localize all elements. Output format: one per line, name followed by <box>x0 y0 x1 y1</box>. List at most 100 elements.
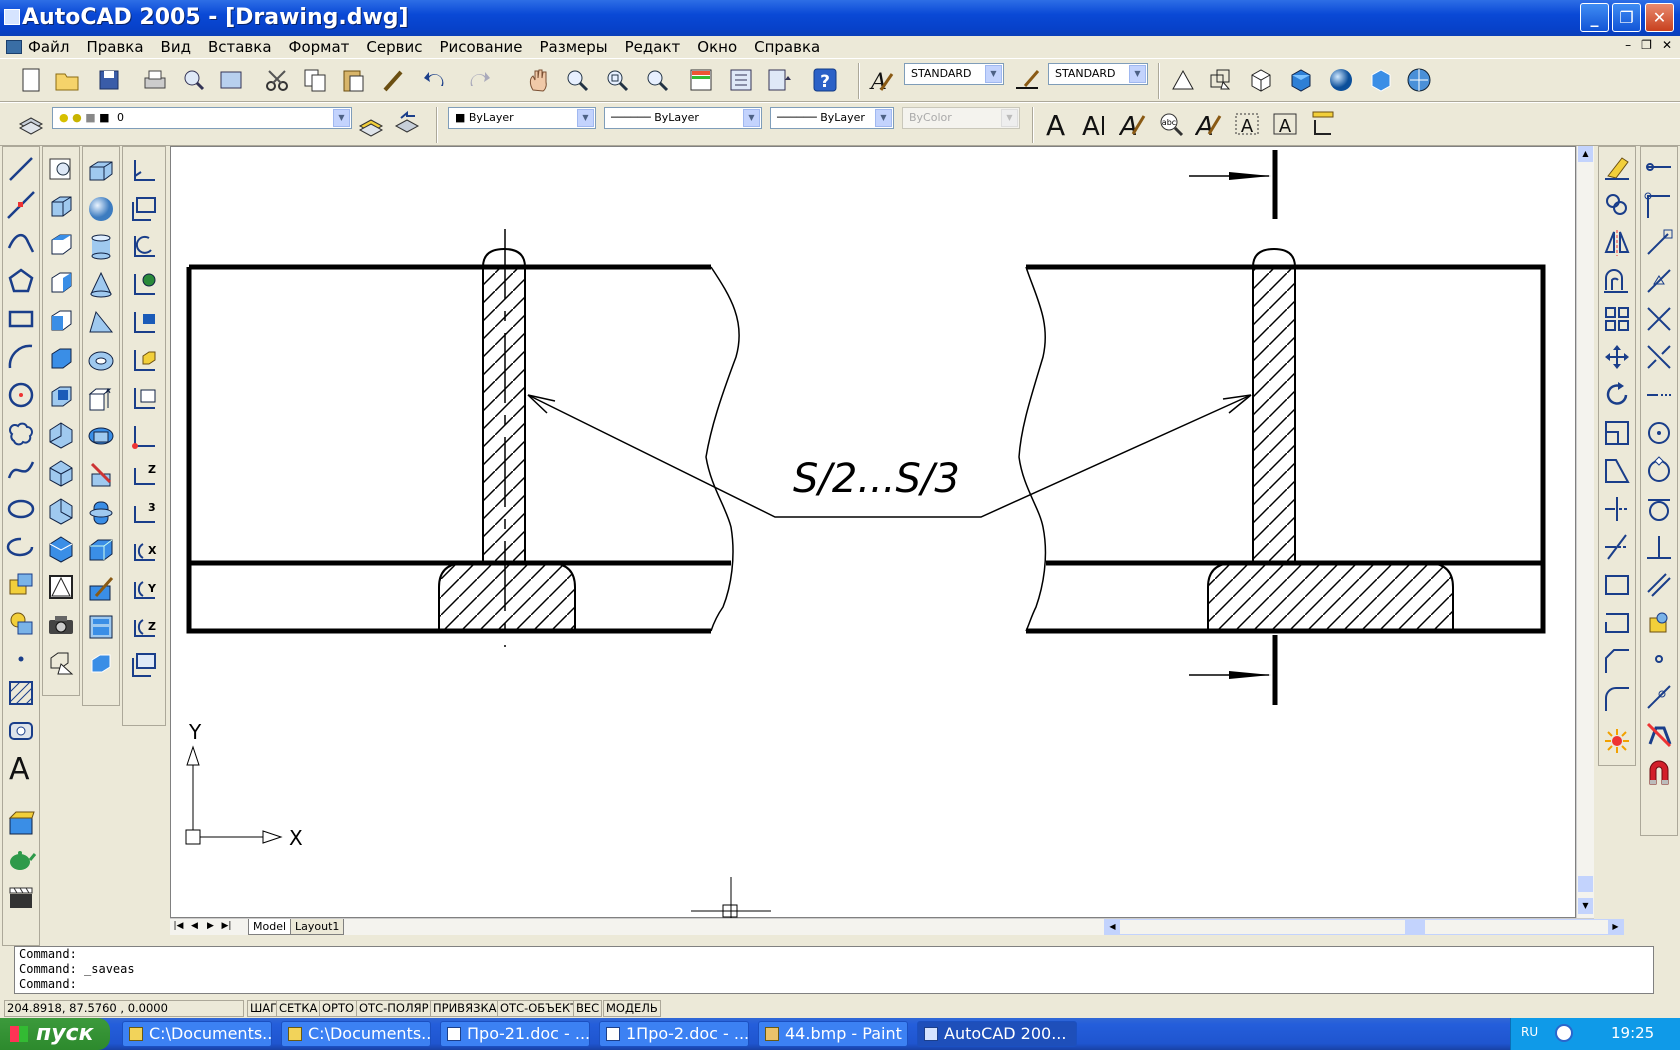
osnap-toggle[interactable]: ПРИВЯЗКА <box>430 1000 500 1017</box>
break-icon[interactable] <box>1601 607 1633 639</box>
task-explorer-2[interactable]: C:\Documents... <box>281 1021 431 1047</box>
maximize-button[interactable]: ❐ <box>1612 3 1641 32</box>
close-button[interactable]: ✕ <box>1645 3 1674 32</box>
last-tab-icon[interactable]: ▶| <box>220 920 233 934</box>
array-icon[interactable] <box>1601 303 1633 335</box>
snap-extension-icon[interactable] <box>1643 379 1675 411</box>
mdi-restore-icon[interactable]: ❐ <box>1641 38 1652 52</box>
vertical-scrollbar[interactable]: ▲ ▼ <box>1576 146 1594 918</box>
menu-view[interactable]: Вид <box>161 38 200 56</box>
dimension-style-icon[interactable] <box>1012 65 1042 95</box>
snap-intersection-icon[interactable] <box>1643 303 1675 335</box>
gouraud-shaded-sphere-icon[interactable] <box>1326 65 1356 95</box>
menu-tools[interactable]: Сервис <box>366 38 431 56</box>
ellipse-icon[interactable] <box>5 493 37 525</box>
document-icon[interactable] <box>6 40 22 54</box>
snap-quadrant-icon[interactable] <box>1643 455 1675 487</box>
layer-combo[interactable]: ● ● ■ ■ 0 ▼ <box>52 107 352 129</box>
copy-object-icon[interactable] <box>1601 189 1633 221</box>
convert-distance-icon[interactable] <box>1308 109 1338 139</box>
menu-file[interactable]: Файл <box>28 38 78 56</box>
zoom-window-icon[interactable] <box>602 65 632 95</box>
coordinates-display[interactable]: 204.8918, 87.5760 , 0.0000 <box>4 1000 244 1017</box>
move-icon[interactable] <box>1601 341 1633 373</box>
properties-icon[interactable] <box>686 65 716 95</box>
paste-icon[interactable] <box>338 65 368 95</box>
iso-se-icon[interactable] <box>45 457 77 489</box>
cut-icon[interactable] <box>262 65 292 95</box>
snap-tangent-icon[interactable] <box>1643 493 1675 525</box>
justify-text-icon[interactable]: A <box>1270 109 1300 139</box>
teapot-icon[interactable] <box>5 843 37 875</box>
line-icon[interactable] <box>5 153 37 185</box>
slice-icon[interactable] <box>85 459 117 491</box>
command-window[interactable]: Command: Command: _saveas Command: <box>14 946 1654 994</box>
ucs-plan-icon[interactable] <box>1168 65 1198 95</box>
snap-parallel-icon[interactable] <box>1643 569 1675 601</box>
section-icon[interactable] <box>85 497 117 529</box>
hscroll-thumb[interactable] <box>1405 920 1425 934</box>
tab-model[interactable]: Model <box>248 919 292 935</box>
scroll-right-icon[interactable]: ▶ <box>1608 920 1623 934</box>
fillet-icon[interactable] <box>1601 683 1633 715</box>
iso-ne-icon[interactable] <box>45 495 77 527</box>
shaded-sphere-edges-icon[interactable] <box>1404 65 1434 95</box>
circle-icon[interactable] <box>5 379 37 411</box>
lineweight-toggle[interactable]: ВЕС <box>573 1000 603 1017</box>
undo-icon[interactable] <box>420 65 450 95</box>
layer-manager-icon[interactable] <box>16 109 46 139</box>
spell-check-icon[interactable]: abc <box>1156 109 1186 139</box>
snap-apparent-intersection-icon[interactable] <box>1643 341 1675 373</box>
command-prompt[interactable]: Command: <box>19 977 1653 992</box>
autocad-app-icon[interactable] <box>4 9 20 25</box>
stretch-icon[interactable] <box>1601 455 1633 487</box>
edit-text-icon[interactable]: A <box>1118 109 1148 139</box>
ucs-rotate-y-icon[interactable]: Y <box>128 573 160 605</box>
region-icon[interactable] <box>5 715 37 747</box>
extend-icon[interactable] <box>1601 531 1633 563</box>
box-face-icon[interactable] <box>45 191 77 223</box>
ucs-apply-icon[interactable] <box>128 649 160 681</box>
arc-icon[interactable] <box>5 341 37 373</box>
text-style-combo[interactable]: STANDARD ▼ <box>904 63 1004 85</box>
setup-profile-icon[interactable] <box>85 649 117 681</box>
mirror-icon[interactable] <box>1601 227 1633 259</box>
publish-icon[interactable] <box>216 65 246 95</box>
print-icon[interactable] <box>140 65 170 95</box>
polyline-icon[interactable] <box>5 227 37 259</box>
break-at-point-icon[interactable] <box>1601 569 1633 601</box>
chamfer-icon[interactable] <box>1601 645 1633 677</box>
perspective-icon[interactable] <box>45 571 77 603</box>
start-button[interactable]: пуск <box>0 1018 110 1050</box>
mdi-close-icon[interactable]: ✕ <box>1662 38 1672 52</box>
camera-icon[interactable] <box>45 609 77 641</box>
shaded-edges-icon[interactable] <box>1366 65 1396 95</box>
extrude-icon[interactable] <box>85 383 117 415</box>
point-icon[interactable] <box>5 643 37 675</box>
explode-icon[interactable] <box>1601 725 1633 757</box>
box-back-icon[interactable] <box>45 381 77 413</box>
trim-icon[interactable] <box>1601 493 1633 525</box>
snap-endpoint-icon[interactable] <box>1643 227 1675 259</box>
next-tab-icon[interactable]: ▶ <box>204 920 217 934</box>
mdi-minimize-icon[interactable]: – <box>1625 38 1631 52</box>
ucs-rotate-x-icon[interactable]: X <box>128 535 160 567</box>
snap-node-icon[interactable] <box>1643 643 1675 675</box>
render-box-icon[interactable] <box>5 807 37 839</box>
menu-help[interactable]: Справка <box>754 38 829 56</box>
hatch-icon[interactable] <box>5 677 37 709</box>
snap-from-icon[interactable] <box>1643 189 1675 221</box>
scroll-thumb[interactable] <box>1578 876 1593 892</box>
construction-line-icon[interactable] <box>5 189 37 221</box>
solid-sphere-icon[interactable] <box>85 193 117 225</box>
scroll-down-icon[interactable]: ▼ <box>1578 898 1593 914</box>
snap-center-icon[interactable] <box>1643 417 1675 449</box>
task-paint[interactable]: 44.bmp - Paint <box>758 1021 908 1047</box>
open-folder-icon[interactable] <box>52 65 82 95</box>
match-properties-icon[interactable] <box>378 65 408 95</box>
menu-insert[interactable]: Вставка <box>208 38 281 56</box>
zoom-realtime-icon[interactable] <box>562 65 592 95</box>
snap-perpendicular-icon[interactable] <box>1643 531 1675 563</box>
help-icon[interactable]: ? <box>810 65 840 95</box>
make-layer-current-icon[interactable] <box>356 109 386 139</box>
